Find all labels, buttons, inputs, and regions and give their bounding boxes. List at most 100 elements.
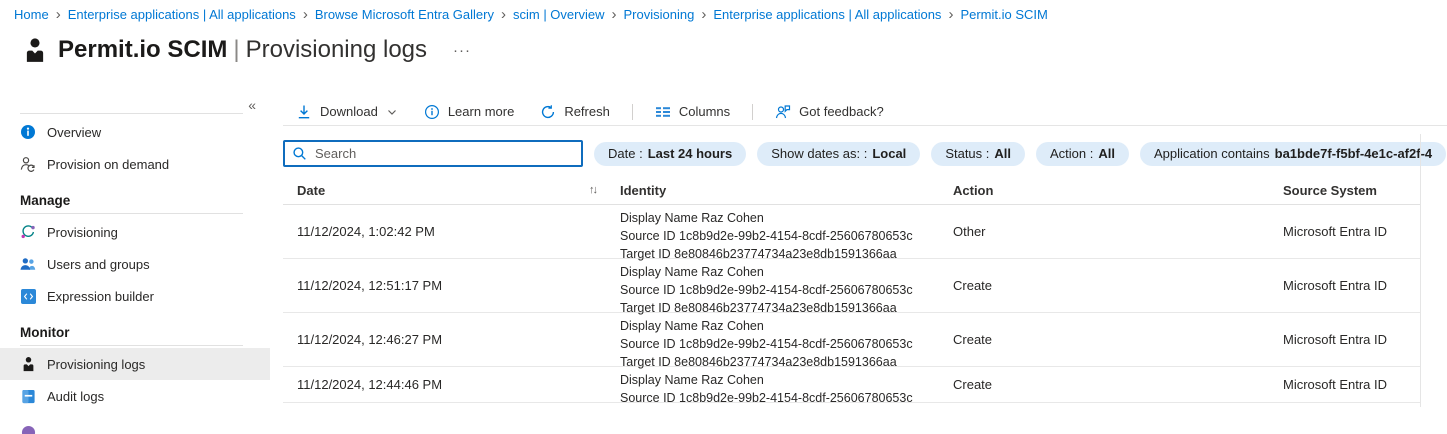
identity-source-id: Source ID 1c8b9d2e-99b2-4154-8cdf-256067… xyxy=(620,227,913,245)
sidebar-collapse-icon[interactable]: « xyxy=(248,98,256,112)
sidebar-item-provision-on-demand[interactable]: Provision on demand xyxy=(0,148,270,180)
sidebar-item-users-and-groups[interactable]: Users and groups xyxy=(0,248,270,280)
identity-source-id: Source ID 1c8b9d2e-99b2-4154-8cdf-256067… xyxy=(620,389,913,407)
sidebar-item-partial[interactable] xyxy=(0,416,270,434)
learn-more-label: Learn more xyxy=(448,104,514,119)
cell-date: 11/12/2024, 1:02:42 PM xyxy=(297,205,435,258)
filter-pill-application[interactable]: Application contains ba1bde7f-f5bf-4e1c-… xyxy=(1140,142,1446,166)
breadcrumb-separator: › xyxy=(296,7,315,22)
filter-pill-label: Application contains xyxy=(1154,146,1270,161)
filter-pill-date[interactable]: Date : Last 24 hours xyxy=(594,142,746,166)
filter-pill-label: Show dates as: : xyxy=(771,146,867,161)
sidebar-item-provisioning[interactable]: Provisioning xyxy=(0,216,270,248)
filter-pill-value: All xyxy=(994,146,1011,161)
sidebar-item-label: Audit logs xyxy=(47,389,104,404)
search-input[interactable] xyxy=(285,142,581,165)
sidebar-item-provisioning-logs[interactable]: Provisioning logs xyxy=(0,348,270,380)
filter-pill-label: Status : xyxy=(945,146,989,161)
column-header-date[interactable]: Date xyxy=(297,183,325,198)
cell-date: 11/12/2024, 12:46:27 PM xyxy=(297,313,442,366)
filter-pill-status[interactable]: Status : All xyxy=(931,142,1025,166)
main-content: Download Learn more Refresh xyxy=(283,98,1447,434)
learn-more-button[interactable]: Learn more xyxy=(424,104,514,120)
audit-logs-icon xyxy=(20,388,36,404)
page-title-blade-name: Provisioning logs xyxy=(246,36,427,63)
breadcrumb-enterprise-apps[interactable]: Enterprise applications | All applicatio… xyxy=(68,7,296,22)
cell-source-system: Microsoft Entra ID xyxy=(1283,259,1387,312)
toolbar-separator xyxy=(632,104,633,120)
filter-pill-value: Local xyxy=(872,146,906,161)
refresh-label: Refresh xyxy=(564,104,610,119)
column-header-identity[interactable]: Identity xyxy=(620,183,666,198)
sidebar-divider xyxy=(20,345,243,346)
table-row[interactable]: 11/12/2024, 1:02:42 PM Display Name Raz … xyxy=(283,205,1420,259)
more-options-icon[interactable]: ··· xyxy=(453,42,471,59)
breadcrumb-permitio-scim[interactable]: Permit.io SCIM xyxy=(960,7,1047,22)
identity-display-name: Display Name Raz Cohen xyxy=(620,317,913,335)
got-feedback-button[interactable]: Got feedback? xyxy=(775,104,884,120)
table-row[interactable]: 11/12/2024, 12:46:27 PM Display Name Raz… xyxy=(283,313,1420,367)
identity-source-id: Source ID 1c8b9d2e-99b2-4154-8cdf-256067… xyxy=(620,281,913,299)
table-row[interactable]: 11/12/2024, 12:51:17 PM Display Name Raz… xyxy=(283,259,1420,313)
breadcrumb-scim-overview[interactable]: scim | Overview xyxy=(513,7,605,22)
cell-action: Create xyxy=(953,259,992,312)
download-button[interactable]: Download xyxy=(296,104,398,120)
refresh-icon xyxy=(540,104,556,120)
person-app-icon xyxy=(24,37,46,63)
search-box xyxy=(283,140,583,167)
breadcrumb-home[interactable]: Home xyxy=(14,7,49,22)
filter-bar: Date : Last 24 hours Show dates as: : Lo… xyxy=(283,140,1447,167)
breadcrumb-separator: › xyxy=(694,7,713,22)
filter-pill-value: ba1bde7f-f5bf-4e1c-af2f-4 xyxy=(1275,146,1433,161)
sidebar-item-label: Provision on demand xyxy=(47,157,169,172)
command-bar: Download Learn more Refresh xyxy=(283,98,1447,125)
column-header-source-system[interactable]: Source System xyxy=(1283,183,1377,198)
filter-pill-action[interactable]: Action : All xyxy=(1036,142,1129,166)
refresh-button[interactable]: Refresh xyxy=(540,104,610,120)
sidebar-divider xyxy=(20,213,243,214)
breadcrumb-entra-gallery[interactable]: Browse Microsoft Entra Gallery xyxy=(315,7,494,22)
filter-pill-show-dates-as[interactable]: Show dates as: : Local xyxy=(757,142,920,166)
filter-pill-value: All xyxy=(1098,146,1115,161)
table-row[interactable]: 11/12/2024, 12:44:46 PM Display Name Raz… xyxy=(283,367,1420,403)
breadcrumb-provisioning[interactable]: Provisioning xyxy=(623,7,694,22)
cell-identity: Display Name Raz Cohen Source ID 1c8b9d2… xyxy=(620,371,913,407)
toolbar-separator xyxy=(752,104,753,120)
insights-icon xyxy=(20,424,36,434)
chevron-down-icon xyxy=(386,106,398,118)
toolbar-divider xyxy=(283,125,1447,126)
breadcrumb-enterprise-apps-2[interactable]: Enterprise applications | All applicatio… xyxy=(713,7,941,22)
users-group-icon xyxy=(20,256,36,272)
provision-on-demand-icon xyxy=(20,156,36,172)
feedback-icon xyxy=(775,104,791,120)
breadcrumb-separator: › xyxy=(494,7,513,22)
sidebar-item-overview[interactable]: Overview xyxy=(0,116,270,148)
column-header-action[interactable]: Action xyxy=(953,183,993,198)
identity-display-name: Display Name Raz Cohen xyxy=(620,209,913,227)
page-header: Permit.io SCIM|Provisioning logs ··· xyxy=(24,36,471,64)
columns-button[interactable]: Columns xyxy=(655,104,730,120)
table-right-border xyxy=(1420,134,1421,407)
cell-date: 11/12/2024, 12:51:17 PM xyxy=(297,259,442,312)
sidebar-item-label: Expression builder xyxy=(47,289,154,304)
download-label: Download xyxy=(320,104,378,119)
provisioning-logs-icon xyxy=(20,356,36,372)
columns-label: Columns xyxy=(679,104,730,119)
sidebar-section-monitor: Monitor xyxy=(0,325,270,340)
sidebar-item-audit-logs[interactable]: Audit logs xyxy=(0,380,270,412)
breadcrumb-separator: › xyxy=(49,7,68,22)
expression-builder-icon xyxy=(20,288,36,304)
identity-display-name: Display Name Raz Cohen xyxy=(620,371,913,389)
log-table: 11/12/2024, 1:02:42 PM Display Name Raz … xyxy=(283,205,1420,403)
sort-icon[interactable]: ↑↓ xyxy=(589,184,596,196)
cell-source-system: Microsoft Entra ID xyxy=(1283,205,1387,258)
cell-action: Other xyxy=(953,205,986,258)
cell-identity: Display Name Raz Cohen Source ID 1c8b9d2… xyxy=(620,209,913,263)
breadcrumb: Home › Enterprise applications | All app… xyxy=(14,7,1048,22)
cell-action: Create xyxy=(953,313,992,366)
cell-date: 11/12/2024, 12:44:46 PM xyxy=(297,367,442,402)
sidebar-item-expression-builder[interactable]: Expression builder xyxy=(0,280,270,312)
info-circle-icon xyxy=(424,104,440,120)
table-header: Date ↑↓ Identity Action Source System xyxy=(283,178,1420,205)
provisioning-sync-icon xyxy=(20,224,36,240)
